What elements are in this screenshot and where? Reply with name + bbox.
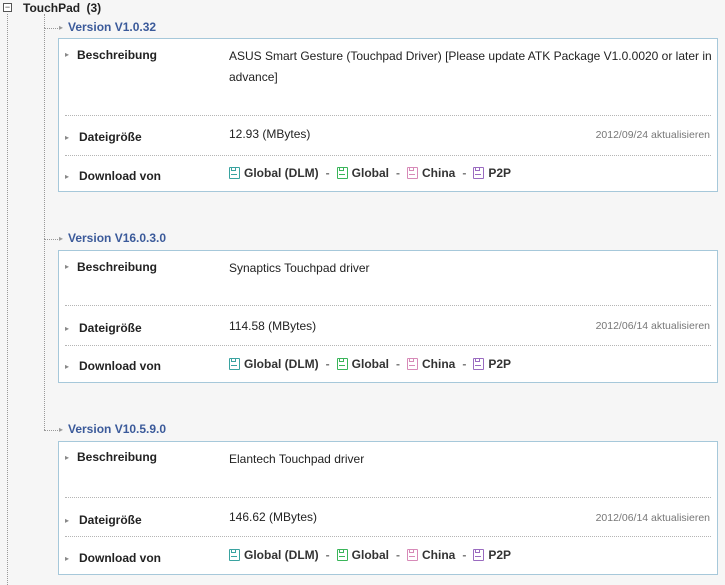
floppy-disk-icon bbox=[336, 549, 348, 561]
filesize-label: Dateigröße bbox=[79, 130, 142, 144]
separator: - bbox=[462, 166, 467, 180]
tree-branch-line bbox=[44, 430, 58, 431]
floppy-disk-icon bbox=[229, 167, 240, 179]
divider bbox=[65, 345, 711, 346]
group-count: (3) bbox=[86, 1, 102, 15]
divider bbox=[65, 536, 711, 537]
download-links: Global (DLM) - Global - China - P2P bbox=[229, 166, 511, 180]
floppy-disk-icon bbox=[473, 358, 485, 370]
update-date: 2012/09/24 aktualisieren bbox=[595, 129, 710, 141]
group-title: TouchPad (3) bbox=[23, 1, 101, 15]
p2p-link[interactable]: P2P bbox=[473, 357, 511, 371]
separator: - bbox=[396, 548, 400, 562]
p2p-link[interactable]: P2P bbox=[473, 548, 511, 562]
global-link[interactable]: Global bbox=[336, 166, 389, 180]
filesize-label: Dateigröße bbox=[79, 321, 142, 335]
tree-branch-line bbox=[44, 28, 45, 239]
floppy-disk-icon bbox=[407, 167, 418, 179]
floppy-disk-icon bbox=[229, 549, 240, 561]
bullet-arrow-icon: ▸ bbox=[65, 554, 70, 563]
description-value: ASUS Smart Gesture (Touchpad Driver) [Pl… bbox=[229, 49, 712, 84]
floppy-disk-icon bbox=[336, 358, 348, 370]
download-label: Download von bbox=[79, 169, 161, 183]
bullet-arrow-icon: ▸ bbox=[65, 516, 70, 525]
divider bbox=[65, 305, 711, 306]
floppy-disk-icon bbox=[229, 358, 240, 370]
description-label: Beschreibung bbox=[77, 48, 158, 62]
separator: - bbox=[396, 357, 400, 371]
floppy-disk-icon bbox=[336, 167, 348, 179]
separator: - bbox=[325, 166, 330, 180]
download-label: Download von bbox=[79, 359, 161, 373]
bullet-arrow-icon: ▸ bbox=[65, 324, 70, 333]
description-label: Beschreibung bbox=[77, 450, 158, 464]
global-link[interactable]: Global bbox=[336, 357, 389, 371]
touchpad-group-header: − TouchPad (3) bbox=[0, 0, 725, 18]
divider bbox=[65, 155, 711, 156]
global-dlm-link[interactable]: Global (DLM) bbox=[229, 357, 319, 371]
version-panel: ▸ Beschreibung Synaptics Touchpad driver… bbox=[58, 250, 718, 383]
bullet-arrow-icon: ▸ bbox=[65, 262, 70, 271]
tree-branch-line bbox=[44, 28, 58, 29]
separator: - bbox=[462, 548, 467, 562]
separator: - bbox=[325, 357, 330, 371]
tree-branch-line bbox=[44, 239, 45, 430]
tree-branch-line bbox=[44, 239, 58, 240]
update-date: 2012/06/14 aktualisieren bbox=[595, 320, 710, 332]
global-link[interactable]: Global bbox=[336, 548, 389, 562]
download-label: Download von bbox=[79, 551, 161, 565]
group-name: TouchPad bbox=[23, 1, 81, 15]
separator: - bbox=[462, 357, 467, 371]
floppy-disk-icon bbox=[473, 549, 485, 561]
floppy-disk-icon bbox=[473, 167, 485, 179]
floppy-disk-icon bbox=[407, 549, 418, 561]
p2p-link[interactable]: P2P bbox=[473, 166, 511, 180]
filesize-label: Dateigröße bbox=[79, 513, 142, 527]
tree-line bbox=[7, 14, 8, 585]
china-link[interactable]: China bbox=[407, 357, 455, 371]
china-link[interactable]: China bbox=[407, 548, 455, 562]
separator: - bbox=[396, 166, 400, 180]
bullet-arrow-icon: ▸ bbox=[65, 50, 70, 59]
version-panel: ▸ Beschreibung Elantech Touchpad driver … bbox=[58, 441, 718, 575]
description-value: Elantech Touchpad driver bbox=[229, 452, 365, 466]
download-links: Global (DLM) - Global - China - P2P bbox=[229, 357, 511, 371]
divider bbox=[65, 497, 711, 498]
version-title: Version V10.5.9.0 bbox=[68, 422, 167, 436]
bullet-arrow-icon: ▸ bbox=[65, 172, 70, 181]
bullet-arrow-icon: ▸ bbox=[65, 453, 70, 462]
description-label: Beschreibung bbox=[77, 260, 158, 274]
branch-arrow-icon: ▸ bbox=[59, 234, 64, 243]
branch-arrow-icon: ▸ bbox=[59, 425, 64, 434]
global-dlm-link[interactable]: Global (DLM) bbox=[229, 166, 319, 180]
tree-branch-line bbox=[44, 14, 45, 28]
floppy-disk-icon bbox=[407, 358, 418, 370]
collapse-toggle[interactable]: − bbox=[3, 3, 12, 12]
china-link[interactable]: China bbox=[407, 166, 455, 180]
bullet-arrow-icon: ▸ bbox=[65, 362, 70, 371]
divider bbox=[65, 115, 711, 116]
update-date: 2012/06/14 aktualisieren bbox=[595, 512, 710, 524]
global-dlm-link[interactable]: Global (DLM) bbox=[229, 548, 319, 562]
version-panel: ▸ Beschreibung ASUS Smart Gesture (Touch… bbox=[58, 38, 718, 192]
branch-arrow-icon: ▸ bbox=[59, 23, 64, 32]
version-title: Version V1.0.32 bbox=[68, 20, 157, 34]
download-links: Global (DLM) - Global - China - P2P bbox=[229, 548, 511, 562]
description-value: Synaptics Touchpad driver bbox=[229, 261, 370, 275]
bullet-arrow-icon: ▸ bbox=[65, 133, 70, 142]
separator: - bbox=[325, 548, 330, 562]
version-title: Version V16.0.3.0 bbox=[68, 231, 167, 245]
